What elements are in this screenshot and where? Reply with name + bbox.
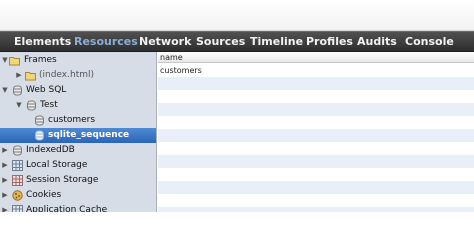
sidebar-item-index-html[interactable]: ▶ (index.html) [0,68,156,83]
sidebar-item-label: Application Cache [26,205,108,212]
tab-console[interactable]: Console [405,32,454,52]
grid-icon [12,205,23,212]
table-row[interactable] [158,142,474,155]
table-row[interactable] [158,77,474,90]
database-icon [12,145,23,156]
table-row[interactable]: customers [158,64,474,77]
sidebar-item-label: IndexedDB [26,145,75,155]
sidebar-item-local-storage[interactable]: ▶ Local Storage [0,158,156,173]
sidebar-item-session-storage[interactable]: ▶ Session Storage [0,173,156,188]
cookie-icon [12,190,23,201]
sidebar-item-frames[interactable]: ▼ Frames [0,53,156,68]
sidebar-item-web-sql[interactable]: ▼ Web SQL [0,83,156,98]
table-row[interactable] [158,207,474,212]
sidebar-item-label: Cookies [26,190,62,200]
table-icon [34,130,45,141]
table-row[interactable] [158,155,474,168]
sidebar-item-label: Local Storage [26,160,88,170]
resources-sidebar: ▼ Frames ▶ (index.html) ▼ Web SQL ▼ Test… [0,52,157,212]
sidebar-item-label: Test [40,100,58,110]
sidebar-item-application-cache[interactable]: ▶ Application Cache [0,203,156,212]
tab-timeline[interactable]: Timeline [250,32,303,52]
table-row[interactable] [158,103,474,116]
disclosure-expanded-icon[interactable]: ▼ [1,53,9,68]
disclosure-collapsed-icon[interactable]: ▶ [1,143,9,158]
tab-resources[interactable]: Resources [74,32,138,52]
folder-icon [9,55,20,66]
data-grid: name customers [158,52,474,212]
tab-audits[interactable]: Audits [357,32,397,52]
sidebar-item-label: sqlite_sequence [48,130,130,140]
sidebar-item-label: Frames [24,55,57,65]
disclosure-collapsed-icon[interactable]: ▶ [1,188,9,203]
column-header-name[interactable]: name [158,52,474,63]
disclosure-collapsed-icon[interactable]: ▶ [1,203,9,212]
table-row[interactable] [158,194,474,207]
sidebar-item-cookies[interactable]: ▶ Cookies [0,188,156,203]
window-top-bar [0,0,474,31]
table-icon [34,115,45,126]
disclosure-collapsed-icon[interactable]: ▶ [1,158,9,173]
sidebar-item-customers[interactable]: customers [0,113,156,128]
tab-elements[interactable]: Elements [14,32,71,52]
sidebar-item-sqlite-sequence[interactable]: sqlite_sequence [0,128,156,143]
sidebar-item-label: customers [48,115,96,125]
grid-icon [12,175,23,186]
sidebar-item-label: Web SQL [26,85,67,95]
database-icon [12,85,23,96]
disclosure-expanded-icon[interactable]: ▼ [1,83,9,98]
sidebar-item-label: (index.html) [39,70,95,80]
grid-icon [12,160,23,171]
table-row[interactable] [158,181,474,194]
table-row[interactable] [158,90,474,103]
database-icon [26,100,37,111]
disclosure-collapsed-icon[interactable]: ▶ [15,68,23,83]
disclosure-expanded-icon[interactable]: ▼ [15,98,23,113]
table-row[interactable] [158,168,474,181]
sidebar-item-indexeddb[interactable]: ▶ IndexedDB [0,143,156,158]
sidebar-item-label: Session Storage [26,175,99,185]
table-row[interactable] [158,116,474,129]
table-row[interactable] [158,129,474,142]
folder-icon [25,70,36,81]
devtools-toolbar: Elements Resources Network Sources Timel… [0,31,474,52]
tab-network[interactable]: Network [139,32,191,52]
tab-sources[interactable]: Sources [196,32,245,52]
sidebar-item-test[interactable]: ▼ Test [0,98,156,113]
disclosure-collapsed-icon[interactable]: ▶ [1,173,9,188]
tab-profiles[interactable]: Profiles [306,32,353,52]
